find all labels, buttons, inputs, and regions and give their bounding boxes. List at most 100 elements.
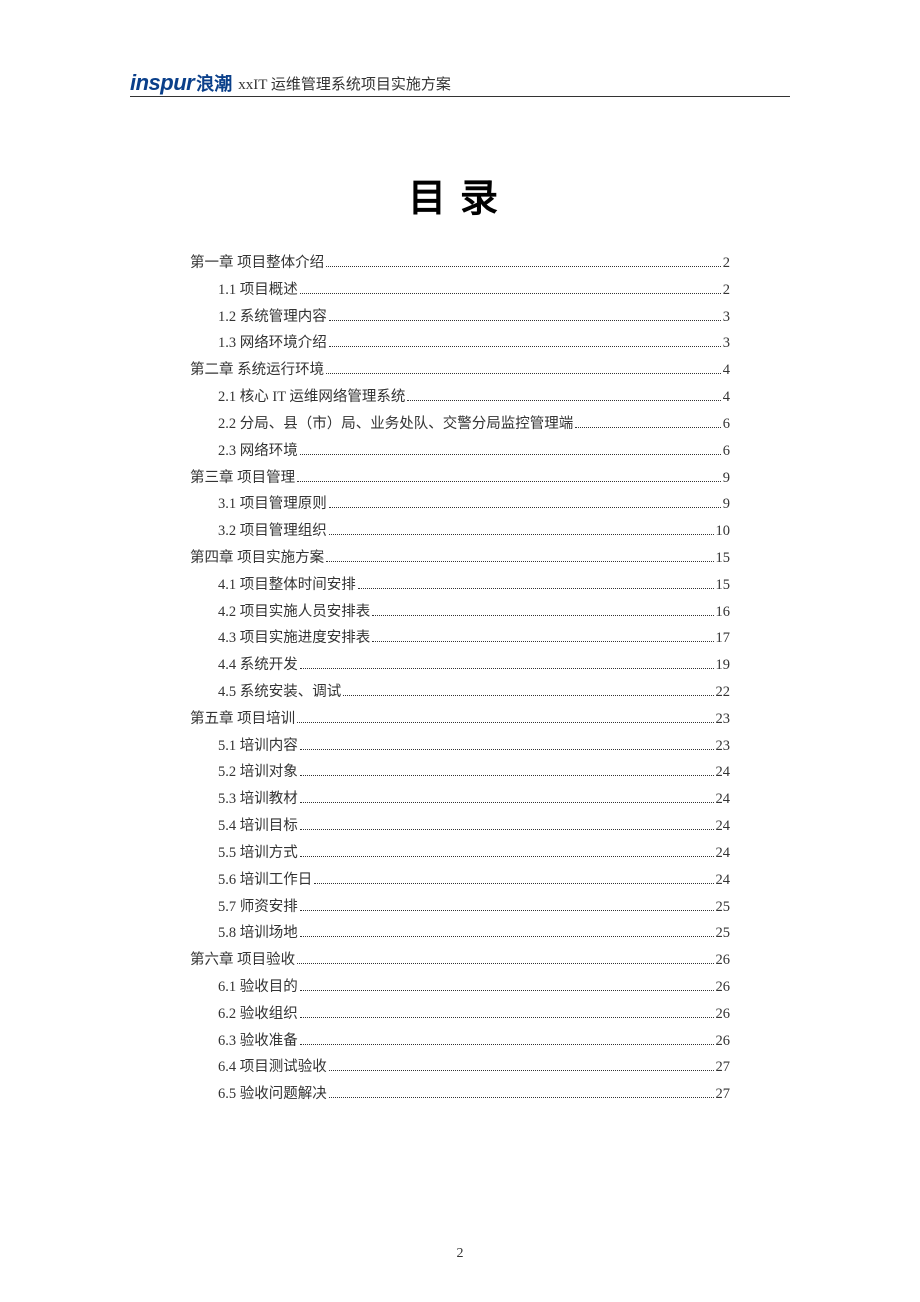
toc-entry[interactable]: 1.3 网络环境介绍3 bbox=[190, 330, 730, 357]
toc-leader-dots bbox=[358, 588, 714, 589]
toc-leader-dots bbox=[300, 1017, 714, 1018]
toc-leader-dots bbox=[300, 936, 714, 937]
toc-entry[interactable]: 4.2 项目实施人员安排表16 bbox=[190, 599, 730, 626]
toc-entry[interactable]: 第六章 项目验收 26 bbox=[190, 947, 730, 974]
toc-entry-page: 16 bbox=[716, 599, 731, 626]
toc-entry-page: 26 bbox=[716, 1028, 731, 1055]
table-of-contents: 第一章 项目整体介绍21.1 项目概述21.2 系统管理内容31.3 网络环境介… bbox=[130, 250, 790, 1108]
toc-leader-dots bbox=[329, 346, 721, 347]
toc-leader-dots bbox=[300, 910, 714, 911]
toc-entry[interactable]: 5.2 培训对象24 bbox=[190, 759, 730, 786]
toc-entry[interactable]: 5.1 培训内容23 bbox=[190, 733, 730, 760]
toc-entry[interactable]: 1.2 系统管理内容 3 bbox=[190, 304, 730, 331]
toc-entry[interactable]: 5.3 培训教材24 bbox=[190, 786, 730, 813]
toc-leader-dots bbox=[314, 883, 713, 884]
toc-entry-label: 第一章 项目整体介绍 bbox=[190, 250, 324, 277]
toc-entry[interactable]: 6.4 项目测试验收 27 bbox=[190, 1054, 730, 1081]
toc-entry-page: 3 bbox=[723, 304, 730, 331]
toc-entry-page: 9 bbox=[723, 465, 730, 492]
toc-title: 目录 bbox=[130, 167, 790, 222]
toc-leader-dots bbox=[372, 615, 713, 616]
toc-entry[interactable]: 6.2 验收组织26 bbox=[190, 1001, 730, 1028]
toc-entry-page: 2 bbox=[723, 250, 730, 277]
toc-entry-label: 6.5 验收问题解决 bbox=[218, 1081, 327, 1108]
toc-leader-dots bbox=[329, 1070, 714, 1071]
toc-leader-dots bbox=[329, 534, 714, 535]
toc-entry[interactable]: 5.4 培训目标24 bbox=[190, 813, 730, 840]
toc-entry-label: 6.1 验收目的 bbox=[218, 974, 298, 1001]
toc-leader-dots bbox=[575, 427, 721, 428]
toc-entry-label: 1.3 网络环境介绍 bbox=[218, 330, 327, 357]
toc-entry[interactable]: 2.1 核心 IT 运维网络管理系统4 bbox=[190, 384, 730, 411]
toc-entry-label: 6.4 项目测试验收 bbox=[218, 1054, 327, 1081]
toc-entry-label: 1.2 系统管理内容 bbox=[218, 304, 327, 331]
toc-entry[interactable]: 5.5 培训方式 24 bbox=[190, 840, 730, 867]
toc-entry[interactable]: 4.3 项目实施进度安排表17 bbox=[190, 625, 730, 652]
toc-entry-page: 25 bbox=[716, 894, 731, 921]
toc-entry-page: 10 bbox=[716, 518, 731, 545]
toc-entry-page: 26 bbox=[716, 974, 731, 1001]
toc-entry[interactable]: 5.8 培训场地25 bbox=[190, 920, 730, 947]
toc-leader-dots bbox=[300, 454, 721, 455]
toc-entry-page: 6 bbox=[723, 438, 730, 465]
inspur-logo: inspur 浪潮 bbox=[130, 70, 232, 96]
toc-entry[interactable]: 第二章 系统运行环境4 bbox=[190, 357, 730, 384]
toc-entry[interactable]: 5.6 培训工作日24 bbox=[190, 867, 730, 894]
toc-entry-label: 2.1 核心 IT 运维网络管理系统 bbox=[218, 384, 405, 411]
toc-entry-page: 15 bbox=[716, 545, 731, 572]
toc-entry[interactable]: 6.1 验收目的 26 bbox=[190, 974, 730, 1001]
toc-entry-label: 4.1 项目整体时间安排 bbox=[218, 572, 356, 599]
toc-leader-dots bbox=[300, 856, 714, 857]
toc-entry[interactable]: 6.3 验收准备 26 bbox=[190, 1028, 730, 1055]
toc-entry[interactable]: 第五章 项目培训23 bbox=[190, 706, 730, 733]
toc-entry-label: 5.5 培训方式 bbox=[218, 840, 298, 867]
toc-entry-label: 5.8 培训场地 bbox=[218, 920, 298, 947]
toc-entry-page: 2 bbox=[723, 277, 730, 304]
toc-entry-label: 5.1 培训内容 bbox=[218, 733, 298, 760]
toc-leader-dots bbox=[326, 373, 721, 374]
toc-entry[interactable]: 3.1 项目管理原则9 bbox=[190, 491, 730, 518]
toc-entry-label: 第四章 项目实施方案 bbox=[190, 545, 324, 572]
toc-entry-label: 第六章 项目验收 bbox=[190, 947, 295, 974]
toc-entry[interactable]: 2.2 分局、县（市）局、业务处队、交警分局监控管理端 6 bbox=[190, 411, 730, 438]
toc-entry-page: 19 bbox=[716, 652, 731, 679]
toc-leader-dots bbox=[343, 695, 713, 696]
toc-entry-label: 第三章 项目管理 bbox=[190, 465, 295, 492]
toc-entry-page: 27 bbox=[716, 1054, 731, 1081]
toc-leader-dots bbox=[297, 481, 721, 482]
toc-leader-dots bbox=[372, 641, 713, 642]
toc-entry[interactable]: 2.3 网络环境6 bbox=[190, 438, 730, 465]
toc-entry-label: 4.4 系统开发 bbox=[218, 652, 298, 679]
toc-entry[interactable]: 第一章 项目整体介绍 2 bbox=[190, 250, 730, 277]
toc-leader-dots bbox=[407, 400, 720, 401]
toc-entry[interactable]: 4.1 项目整体时间安排 15 bbox=[190, 572, 730, 599]
toc-entry-label: 5.2 培训对象 bbox=[218, 759, 298, 786]
toc-entry[interactable]: 5.7 师资安排 25 bbox=[190, 894, 730, 921]
toc-leader-dots bbox=[326, 266, 721, 267]
toc-entry[interactable]: 4.5 系统安装、调试22 bbox=[190, 679, 730, 706]
toc-entry[interactable]: 6.5 验收问题解决27 bbox=[190, 1081, 730, 1108]
document-page: inspur 浪潮 xxIT 运维管理系统项目实施方案 目录 第一章 项目整体介… bbox=[0, 0, 920, 1148]
toc-leader-dots bbox=[300, 668, 714, 669]
toc-leader-dots bbox=[300, 802, 714, 803]
toc-entry-page: 9 bbox=[723, 491, 730, 518]
toc-entry-page: 26 bbox=[716, 1001, 731, 1028]
toc-entry-label: 5.7 师资安排 bbox=[218, 894, 298, 921]
toc-entry-page: 15 bbox=[716, 572, 731, 599]
toc-entry-label: 5.4 培训目标 bbox=[218, 813, 298, 840]
toc-entry-label: 6.3 验收准备 bbox=[218, 1028, 298, 1055]
toc-entry-page: 6 bbox=[723, 411, 730, 438]
toc-entry[interactable]: 第三章 项目管理 9 bbox=[190, 465, 730, 492]
toc-entry-page: 17 bbox=[716, 625, 731, 652]
toc-leader-dots bbox=[300, 293, 721, 294]
toc-leader-dots bbox=[300, 1044, 714, 1045]
toc-entry[interactable]: 4.4 系统开发 19 bbox=[190, 652, 730, 679]
header-title: xxIT 运维管理系统项目实施方案 bbox=[238, 73, 451, 96]
toc-entry-label: 2.2 分局、县（市）局、业务处队、交警分局监控管理端 bbox=[218, 411, 573, 438]
page-number: 2 bbox=[0, 1246, 920, 1262]
toc-entry-page: 24 bbox=[716, 840, 731, 867]
toc-entry[interactable]: 第四章 项目实施方案 15 bbox=[190, 545, 730, 572]
toc-entry[interactable]: 1.1 项目概述2 bbox=[190, 277, 730, 304]
toc-entry-page: 26 bbox=[716, 947, 731, 974]
toc-entry[interactable]: 3.2 项目管理组织10 bbox=[190, 518, 730, 545]
